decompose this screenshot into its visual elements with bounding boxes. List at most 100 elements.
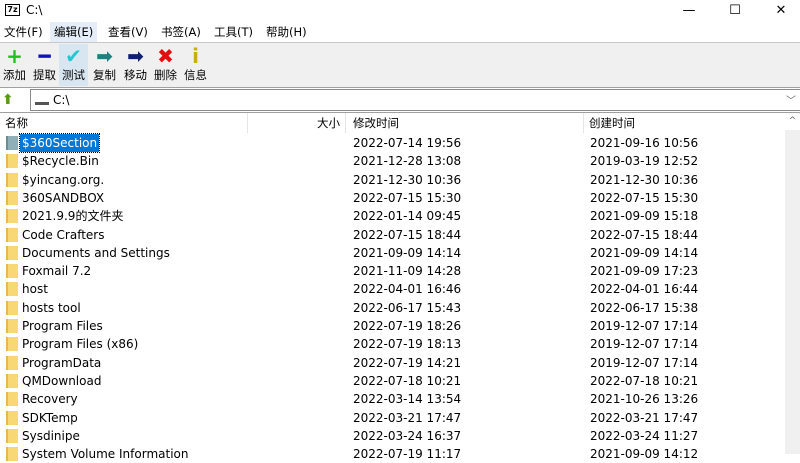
created-time: 2021-12-30 10:36 (590, 172, 699, 187)
file-name: 2021.9.9的文件夹 (22, 209, 124, 224)
delete-button[interactable]: ✖ 删除 (151, 44, 180, 86)
file-name: hosts tool (22, 300, 81, 315)
created-time: 2019-12-07 17:14 (590, 319, 699, 333)
created-time: 2022-03-24 11:27 (590, 428, 699, 443)
file-row[interactable]: Foxmail 7.2 2021-11-09 14:28 2021-09-09 17… (0, 262, 785, 280)
created-time: 2021-09-16 10:56 (590, 136, 699, 150)
file-row[interactable]: SDKTemp 2022-03-21 17:47 2022-03-21 17:47 (0, 409, 785, 427)
modified-time: 2022-03-21 17:47 (353, 410, 462, 425)
column-created[interactable]: 创建时间 (584, 113, 785, 133)
folder-icon (6, 172, 18, 187)
folder-icon (6, 227, 18, 242)
modified-time: 2022-07-19 18:13 (353, 337, 462, 352)
modified-time: 2021-09-09 14:14 (353, 245, 462, 260)
created-time: 2021-09-09 15:18 (590, 209, 699, 224)
menu-tools[interactable]: 工具(T) (210, 22, 257, 42)
file-name: SDKTemp (22, 410, 78, 425)
folder-icon (6, 245, 18, 260)
file-row[interactable]: System Volume Information 2022-07-19 11:1… (0, 445, 785, 463)
folder-icon (6, 282, 18, 297)
modified-time: 2022-07-19 11:17 (353, 447, 462, 462)
file-name: Sysdinipe (22, 428, 80, 443)
modified-time: 2022-04-01 16:46 (353, 282, 462, 297)
title-bar: 7z C:\ — ☐ ✕ (0, 0, 800, 22)
maximize-button[interactable]: ☐ (712, 0, 758, 22)
info-button[interactable]: i 信息 (181, 44, 210, 86)
file-row[interactable]: hosts tool 2022-06-17 15:43 2022-06-17 15:… (0, 299, 785, 317)
folder-icon (6, 337, 18, 352)
column-size[interactable]: 大小 (248, 113, 346, 133)
modified-time: 2022-07-19 14:21 (353, 355, 462, 370)
file-row[interactable]: Program Files 2022-07-19 18:26 2019-12-07 … (0, 317, 785, 335)
created-time: 2019-03-19 12:52 (590, 154, 699, 169)
delete-icon: ✖ (157, 44, 174, 68)
modified-time: 2022-06-17 15:43 (353, 300, 462, 315)
folder-icon (6, 392, 18, 407)
info-label: 信息 (184, 68, 207, 82)
file-row[interactable]: $360Section 2022-07-14 19:56 2021-09-16 10… (0, 133, 785, 153)
file-row[interactable]: Program Files (x86) 2022-07-19 18:13 2019-… (0, 335, 785, 353)
menu-view[interactable]: 查看(V) (104, 22, 152, 42)
file-row[interactable]: Documents and Settings 2021-09-09 14:14 20… (0, 244, 785, 262)
move-button[interactable]: ➡ 移动 (121, 44, 150, 86)
file-name: Documents and Settings (22, 245, 170, 260)
file-row[interactable]: 360SANDBOX 2022-07-15 15:30 2022-07-15 15:… (0, 189, 785, 207)
address-path: C:\ (53, 93, 70, 107)
menu-file[interactable]: 文件(F) (0, 22, 47, 42)
add-icon: + (6, 44, 23, 68)
file-name: Foxmail 7.2 (22, 264, 92, 279)
up-folder-icon[interactable]: ⬆ (2, 92, 20, 108)
address-bar: ⬆ C:\ ﹀ (0, 88, 800, 113)
column-header: 名称 大小 修改时间 创建时间 (0, 113, 785, 133)
extract-icon: ━ (38, 44, 51, 68)
created-time: 2021-10-26 13:26 (590, 392, 699, 407)
created-time: 2022-04-01 16:44 (590, 282, 699, 297)
toolbar: + 添加 ━ 提取 ✔ 测试 ➡ 复制 ➡ 移动 ✖ 删除 i 信息 (0, 42, 800, 88)
file-row[interactable]: ProgramData 2022-07-19 14:21 2019-12-07 17… (0, 354, 785, 372)
window-title: C:\ (26, 3, 43, 17)
menu-help[interactable]: 帮助(H) (262, 22, 311, 42)
file-row[interactable]: $Recycle.Bin 2021-12-28 13:08 2019-03-19 1… (0, 152, 785, 170)
file-row[interactable]: 2021.9.9的文件夹 2022-01-14 09:45 2021-09-09 1… (0, 207, 785, 225)
chevron-down-icon[interactable]: ﹀ (786, 92, 796, 107)
scroll-up-arrow-icon[interactable]: ^ (785, 113, 800, 130)
folder-icon (6, 209, 18, 224)
file-name: $Recycle.Bin (22, 154, 99, 169)
modified-time: 2022-07-15 18:44 (353, 227, 462, 242)
file-row[interactable]: host 2022-04-01 16:46 2022-04-01 16:44 (0, 280, 785, 298)
menu-bookmarks[interactable]: 书签(A) (157, 22, 205, 42)
move-icon: ➡ (127, 44, 144, 68)
menu-bar: 文件(F) 编辑(E) 查看(V) 书签(A) 工具(T) 帮助(H) (0, 22, 800, 42)
modified-time: 2022-07-14 19:56 (353, 136, 462, 150)
address-input[interactable]: C:\ ﹀ (30, 89, 800, 111)
folder-icon (6, 447, 18, 462)
menu-edit[interactable]: 编辑(E) (50, 22, 98, 42)
file-row[interactable]: Code Crafters 2022-07-15 18:44 2022-07-15 … (0, 226, 785, 244)
file-name: Recovery (22, 392, 78, 407)
file-row[interactable]: QMDownload 2022-07-18 10:21 2022-07-18 10:… (0, 372, 785, 390)
vertical-scrollbar[interactable]: ^ (785, 113, 800, 454)
created-time: 2021-09-09 14:12 (590, 447, 699, 462)
column-modified[interactable]: 修改时间 (346, 113, 584, 133)
created-time: 2022-03-21 17:47 (590, 410, 699, 425)
column-name[interactable]: 名称 (0, 113, 248, 133)
modified-time: 2022-07-15 15:30 (353, 190, 462, 205)
test-icon: ✔ (65, 44, 82, 68)
folder-icon (6, 410, 18, 425)
folder-icon (6, 136, 18, 150)
copy-button[interactable]: ➡ 复制 (90, 44, 119, 86)
test-button[interactable]: ✔ 测试 (59, 44, 88, 86)
created-time: 2022-07-15 15:30 (590, 190, 699, 205)
folder-icon (6, 300, 18, 315)
file-row[interactable]: $yincang.org. 2021-12-30 10:36 2021-12-30 … (0, 171, 785, 189)
file-name: QMDownload (22, 373, 102, 388)
file-name: Code Crafters (22, 227, 105, 242)
modified-time: 2022-07-19 18:26 (353, 319, 462, 333)
file-row[interactable]: Recovery 2022-03-14 13:54 2021-10-26 13:26 (0, 390, 785, 408)
file-row[interactable]: Sysdinipe 2022-03-24 16:37 2022-03-24 11:2… (0, 427, 785, 445)
copy-icon: ➡ (96, 44, 113, 68)
close-button[interactable]: ✕ (758, 0, 800, 22)
minimize-button[interactable]: — (666, 0, 712, 22)
modified-time: 2021-11-09 14:28 (353, 264, 462, 279)
add-button[interactable]: + 添加 (0, 44, 29, 86)
